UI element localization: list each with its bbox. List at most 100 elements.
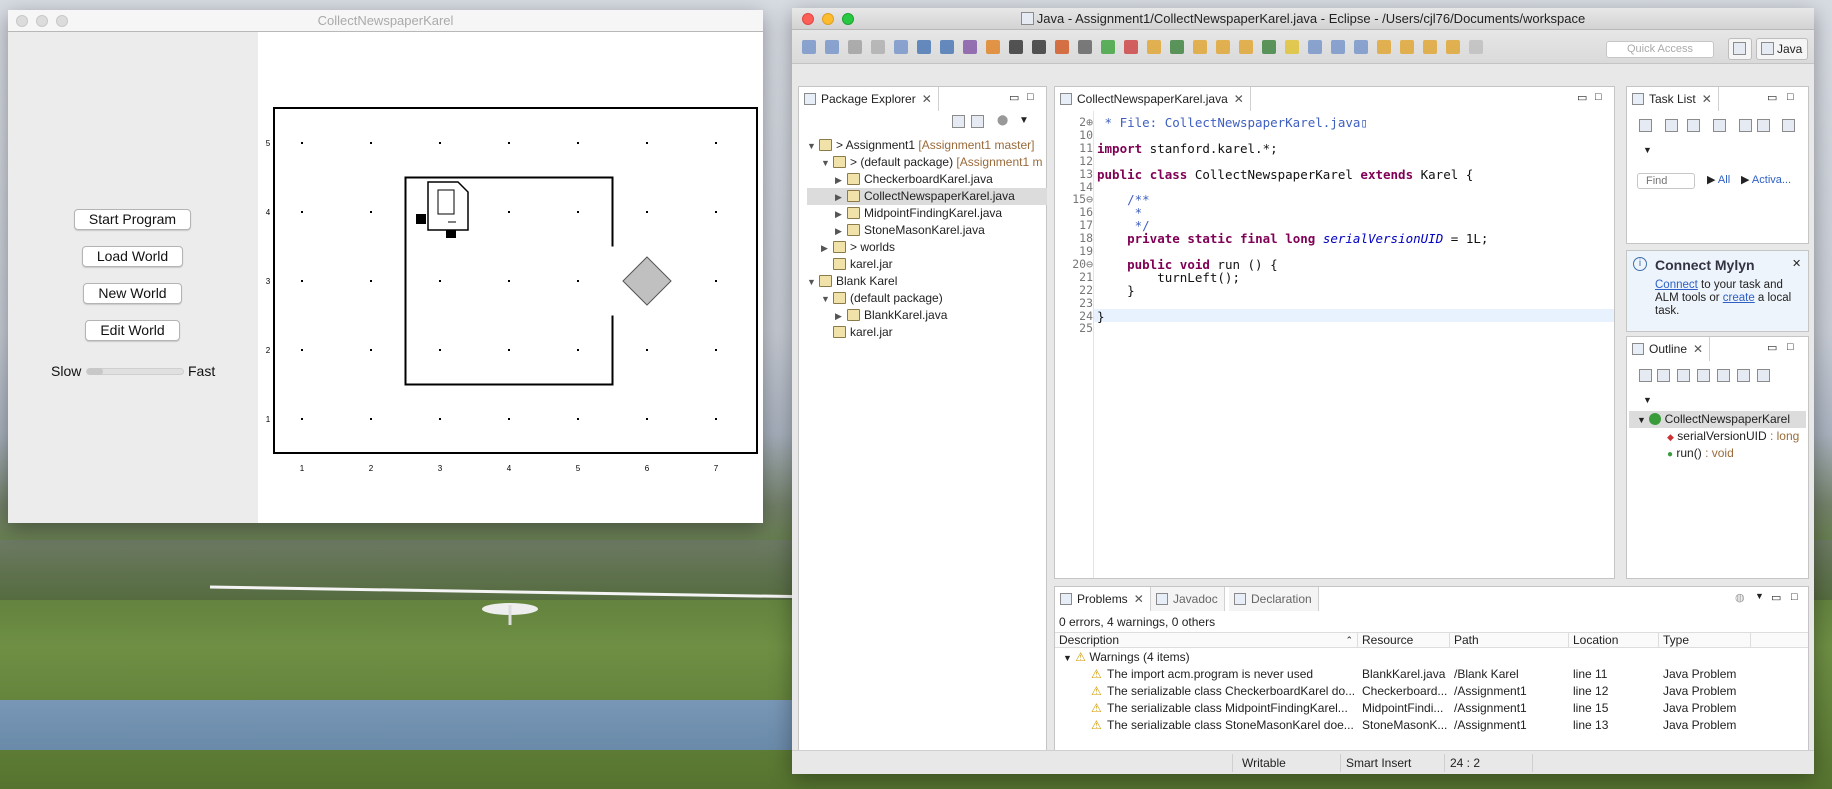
edit-world-button[interactable]: Edit World (85, 320, 180, 341)
close-window-button[interactable] (802, 13, 814, 25)
chevron-right-icon[interactable]: ▶ (835, 223, 847, 240)
toolbar-tool-icon[interactable] (1170, 40, 1184, 54)
toolbar-tool-icon[interactable] (1331, 40, 1345, 54)
column-path[interactable]: Path (1450, 633, 1569, 648)
table-row[interactable]: ⚠ The serializable class MidpointFindingK… (1055, 700, 1808, 717)
toolbar-tool-icon[interactable] (1101, 40, 1115, 54)
toolbar-tool-icon[interactable] (1124, 40, 1138, 54)
scheduled-icon[interactable] (1687, 119, 1700, 132)
toolbar-tool-icon[interactable] (1078, 40, 1092, 54)
tab-declaration[interactable]: Declaration (1229, 587, 1319, 611)
toolbar-tool-icon[interactable] (848, 40, 862, 54)
new-world-button[interactable]: New World (83, 283, 182, 304)
link-with-editor-icon[interactable] (971, 115, 984, 128)
close-tab-icon[interactable]: ✕ (922, 92, 932, 106)
hide-static-icon[interactable] (1697, 369, 1710, 382)
new-task-icon[interactable] (1639, 119, 1652, 132)
tree-item[interactable]: ▼ > (default package) [Assignment1 m (807, 154, 1047, 171)
hide-nonpublic-icon[interactable] (1717, 369, 1730, 382)
view-menu-icon[interactable]: ▼ (1755, 591, 1764, 601)
minimize-icon[interactable]: ▭ (1767, 91, 1777, 104)
close-window-button[interactable] (16, 15, 28, 27)
chevron-right-icon[interactable]: ▶ (835, 189, 847, 206)
tree-item[interactable]: ▶ BlankKarel.java (807, 307, 1047, 324)
toolbar-tool-icon[interactable] (871, 40, 885, 54)
minimize-icon[interactable]: ▭ (1771, 591, 1781, 604)
tab-package-explorer[interactable]: Package Explorer ✕ (799, 87, 939, 111)
collapse-all-icon[interactable] (952, 115, 965, 128)
connect-link[interactable]: Connect (1655, 279, 1698, 291)
tab-collectnewspaperkarel-java[interactable]: CollectNewspaperKarel.java ✕ (1055, 87, 1251, 111)
outline-class-item[interactable]: ▼ CollectNewspaperKarel (1629, 411, 1806, 428)
hide-fields-icon[interactable] (1677, 369, 1690, 382)
categorized-icon[interactable] (1665, 119, 1678, 132)
toolbar-tool-icon[interactable] (986, 40, 1000, 54)
load-world-button[interactable]: Load World (82, 246, 183, 267)
toolbar-tool-icon[interactable] (1009, 40, 1023, 54)
table-row[interactable]: ⚠ The serializable class CheckerboardKare… (1055, 683, 1808, 700)
start-program-button[interactable]: Start Program (74, 209, 191, 230)
toolbar-tool-icon[interactable] (1239, 40, 1253, 54)
collapse-all-icon[interactable] (1639, 369, 1652, 382)
minimize-window-button[interactable] (36, 15, 48, 27)
maximize-icon[interactable]: □ (1791, 591, 1798, 603)
filter-all-link[interactable]: ▶ All (1707, 173, 1730, 186)
column-type[interactable]: Type (1659, 633, 1751, 648)
toolbar-tool-icon[interactable] (1446, 40, 1460, 54)
table-row[interactable]: ⚠ The import acm.program is never used Bla… (1055, 666, 1808, 683)
toolbar-tool-icon[interactable] (825, 40, 839, 54)
close-icon[interactable]: ✕ (1792, 257, 1801, 270)
tree-item[interactable]: ▶ CheckerboardKarel.java (807, 171, 1047, 188)
tree-item[interactable]: ▼ (default package) (807, 290, 1047, 307)
hide-local-types-icon[interactable] (1737, 369, 1750, 382)
toolbar-tool-icon[interactable] (917, 40, 931, 54)
maximize-icon[interactable]: □ (1027, 91, 1034, 103)
chevron-down-icon[interactable]: ▼ (807, 274, 819, 291)
minimize-icon[interactable]: ▭ (1577, 91, 1587, 104)
toolbar-tool-icon[interactable] (894, 40, 908, 54)
tab-javadoc[interactable]: Javadoc (1151, 587, 1225, 611)
link-with-editor-icon[interactable] (1757, 369, 1770, 382)
minimize-icon[interactable]: ▭ (1767, 341, 1777, 354)
sort-icon[interactable] (1657, 369, 1670, 382)
tree-item[interactable]: karel.jar (807, 256, 1047, 273)
tree-item[interactable]: ▶ MidpointFindingKarel.java (807, 205, 1047, 222)
column-location[interactable]: Location (1569, 633, 1659, 648)
code-editor[interactable]: 2⊕ * File: CollectNewspaperKarel.java▯ 10… (1055, 111, 1614, 578)
close-tab-icon[interactable]: ✕ (1134, 592, 1144, 606)
toolbar-tool-icon[interactable] (1400, 40, 1414, 54)
tab-task-list[interactable]: Task List ✕ (1627, 87, 1719, 111)
chevron-right-icon[interactable]: ▶ (835, 206, 847, 223)
toolbar-tool-icon[interactable] (1423, 40, 1437, 54)
minimize-window-button[interactable] (822, 13, 834, 25)
close-tab-icon[interactable]: ✕ (1234, 92, 1244, 106)
open-perspective-button[interactable] (1728, 38, 1752, 60)
column-resource[interactable]: Resource (1358, 633, 1450, 648)
zoom-window-button[interactable] (56, 15, 68, 27)
focus-icon[interactable] (1739, 119, 1752, 132)
create-link[interactable]: create (1723, 292, 1755, 304)
minimize-icon[interactable]: ▭ (1009, 91, 1019, 104)
maximize-icon[interactable]: □ (1787, 341, 1794, 353)
tree-item[interactable]: ▶ StoneMasonKarel.java (807, 222, 1047, 239)
tree-item[interactable]: ▼ Blank Karel (807, 273, 1047, 290)
table-row[interactable]: ⚠ The serializable class StoneMasonKarel … (1055, 717, 1808, 734)
warnings-group-row[interactable]: ▼ ⚠ Warnings (4 items) (1055, 649, 1808, 666)
chevron-right-icon[interactable]: ▶ (835, 172, 847, 189)
tree-item[interactable]: ▶ > worlds (807, 239, 1047, 256)
maximize-icon[interactable]: □ (1595, 91, 1602, 103)
toolbar-tool-icon[interactable] (963, 40, 977, 54)
maximize-icon[interactable]: □ (1787, 91, 1794, 103)
column-description[interactable]: Description ⌃ (1055, 633, 1358, 648)
view-menu-icon[interactable] (1782, 119, 1795, 132)
toolbar-tool-icon[interactable] (1193, 40, 1207, 54)
toolbar-tool-icon[interactable] (1354, 40, 1368, 54)
zoom-window-button[interactable] (842, 13, 854, 25)
toolbar-tool-icon[interactable] (1147, 40, 1161, 54)
tree-item[interactable]: ▼ > Assignment1 [Assignment1 master] (807, 137, 1047, 154)
toolbar-tool-icon[interactable] (1055, 40, 1069, 54)
tab-problems[interactable]: Problems ✕ (1055, 587, 1151, 611)
activate-task-link[interactable]: ▶ Activa... (1741, 173, 1791, 186)
tree-item[interactable]: karel.jar (807, 324, 1047, 341)
close-tab-icon[interactable]: ✕ (1693, 342, 1703, 356)
